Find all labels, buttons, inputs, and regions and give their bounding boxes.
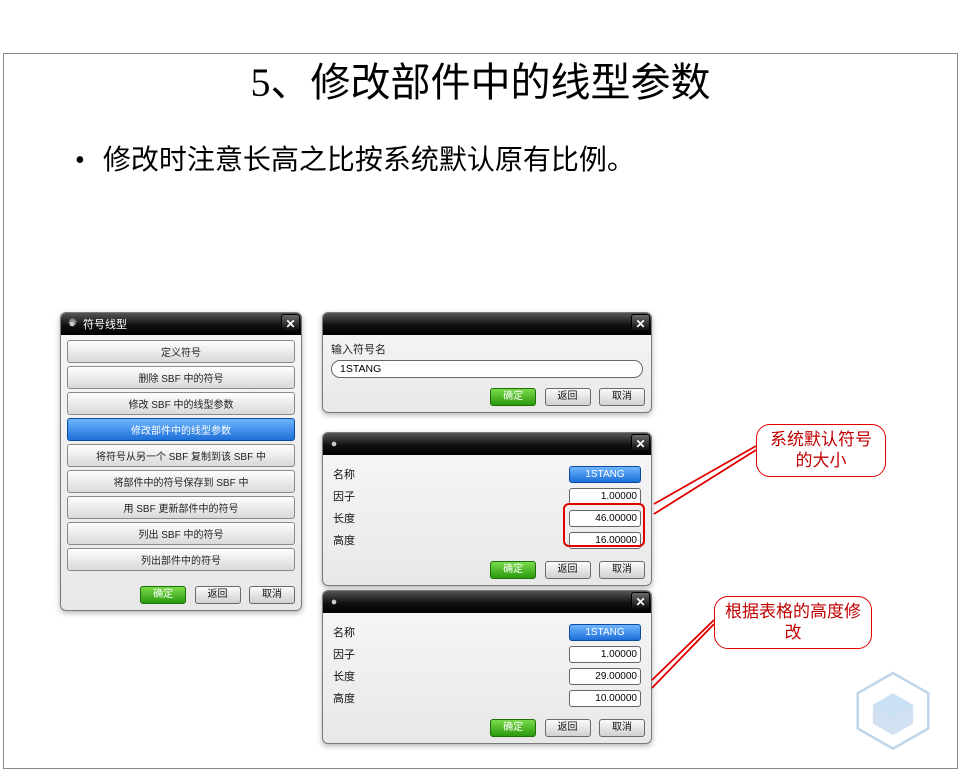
callout-tail-2 xyxy=(650,610,720,690)
close-icon[interactable]: ✕ xyxy=(631,592,650,611)
param-height-label: 高度 xyxy=(333,690,393,706)
ok-button[interactable]: 确定 xyxy=(490,388,536,406)
param-length-label: 长度 xyxy=(333,510,393,526)
bullet-text: 修改时注意长高之比按系统默认原有比例。 xyxy=(103,138,635,178)
param-height-label: 高度 xyxy=(333,532,393,548)
cancel-button[interactable]: 取消 xyxy=(249,586,295,604)
param-factor-value[interactable]: 1.00000 xyxy=(569,488,641,505)
callout-modified-height: 根据表格的高度修改 xyxy=(714,596,872,649)
param-length-value[interactable]: 46.00000 xyxy=(569,510,641,527)
param-name-value[interactable]: 1STANG xyxy=(569,624,641,641)
callout-tail-1 xyxy=(652,430,762,520)
param-length-label: 长度 xyxy=(333,668,393,684)
menu-save-symbol-to-sbf[interactable]: 将部件中的符号保存到 SBF 中 xyxy=(67,470,295,493)
dialog-input-symbol-name: ✕ 输入符号名 1STANG 确定 返回 取消 xyxy=(322,312,652,413)
param-factor-label: 因子 xyxy=(333,646,393,662)
dialog-params-default: ✕ 名称 1STANG 因子 1.00000 长度 46.00000 高度 16… xyxy=(322,432,652,586)
menu-copy-symbol[interactable]: 将符号从另一个 SBF 复制到该 SBF 中 xyxy=(67,444,295,467)
param-length-value[interactable]: 29.00000 xyxy=(569,668,641,685)
logo-watermark xyxy=(847,668,939,752)
back-button[interactable]: 返回 xyxy=(545,561,591,579)
cancel-button[interactable]: 取消 xyxy=(599,561,645,579)
back-button[interactable]: 返回 xyxy=(545,388,591,406)
menu-modify-part-params[interactable]: 修改部件中的线型参数 xyxy=(67,418,295,441)
param-height-value[interactable]: 16.00000 xyxy=(569,532,641,549)
bullet-note: 修改时注意长高之比按系统默认原有比例。 xyxy=(75,138,961,178)
back-button[interactable]: 返回 xyxy=(195,586,241,604)
menu-modify-sbf-params[interactable]: 修改 SBF 中的线型参数 xyxy=(67,392,295,415)
close-icon[interactable]: ✕ xyxy=(281,314,300,333)
close-icon[interactable]: ✕ xyxy=(631,314,650,333)
gear-icon xyxy=(65,317,79,331)
callout-default-size: 系统默认符号的大小 xyxy=(756,424,886,477)
ok-button[interactable]: 确定 xyxy=(490,561,536,579)
menu-list-part-symbols[interactable]: 列出部件中的符号 xyxy=(67,548,295,571)
menu-define-symbol[interactable]: 定义符号 xyxy=(67,340,295,363)
cancel-button[interactable]: 取消 xyxy=(599,388,645,406)
symbol-name-input[interactable]: 1STANG xyxy=(331,360,643,378)
dialog1-title-text: 符号线型 xyxy=(83,316,127,332)
gear-icon xyxy=(327,437,341,451)
param-factor-label: 因子 xyxy=(333,488,393,504)
symbol-name-label: 输入符号名 xyxy=(331,341,643,357)
ok-button[interactable]: 确定 xyxy=(140,586,186,604)
param-name-label: 名称 xyxy=(333,624,393,640)
gear-icon xyxy=(327,595,341,609)
param-name-value[interactable]: 1STANG xyxy=(569,466,641,483)
dialog2-titlebar[interactable]: ✕ xyxy=(323,313,651,335)
param-factor-value[interactable]: 1.00000 xyxy=(569,646,641,663)
menu-list-sbf-symbols[interactable]: 列出 SBF 中的符号 xyxy=(67,522,295,545)
param-name-label: 名称 xyxy=(333,466,393,482)
param-height-value[interactable]: 10.00000 xyxy=(569,690,641,707)
menu-update-part-from-sbf[interactable]: 用 SBF 更新部件中的符号 xyxy=(67,496,295,519)
dialog-symbol-linetype: 符号线型 ✕ 定义符号 删除 SBF 中的符号 修改 SBF 中的线型参数 修改… xyxy=(60,312,302,611)
page-title: 5、修改部件中的线型参数 xyxy=(0,50,961,108)
close-icon[interactable]: ✕ xyxy=(631,434,650,453)
dialog4-titlebar[interactable]: ✕ xyxy=(323,591,651,613)
dialog-params-modified: ✕ 名称 1STANG 因子 1.00000 长度 29.00000 高度 10… xyxy=(322,590,652,744)
menu-delete-sbf-symbol[interactable]: 删除 SBF 中的符号 xyxy=(67,366,295,389)
dialog1-titlebar[interactable]: 符号线型 ✕ xyxy=(61,313,301,335)
dialog3-titlebar[interactable]: ✕ xyxy=(323,433,651,455)
